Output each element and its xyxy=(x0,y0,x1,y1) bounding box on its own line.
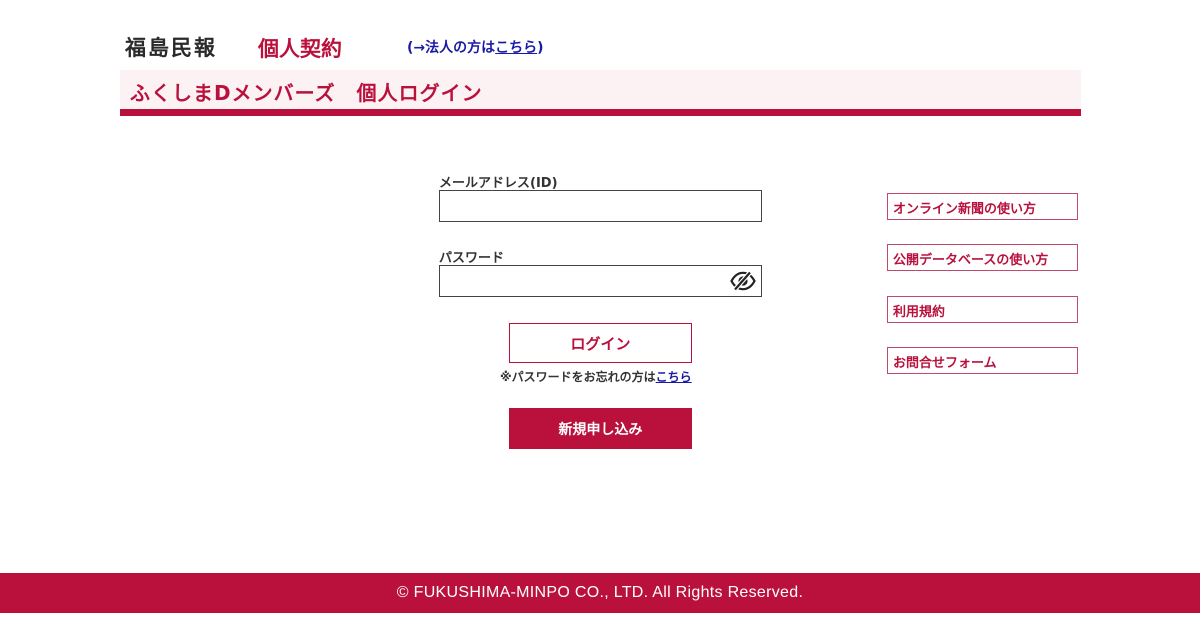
contract-type-heading: 個人契約 xyxy=(258,37,342,61)
corporate-link-suffix: ) xyxy=(537,40,544,56)
email-input[interactable] xyxy=(439,190,762,222)
side-link-terms-of-use[interactable]: 利用規約 xyxy=(887,296,1078,323)
signup-button[interactable]: 新規申し込み xyxy=(509,408,692,449)
side-link-database-guide[interactable]: 公開データベースの使い方 xyxy=(887,244,1078,271)
corporate-link[interactable]: こちら xyxy=(495,40,537,56)
eye-slash-icon[interactable] xyxy=(729,270,757,292)
forgot-password-prefix: ※パスワードをお忘れの方は xyxy=(500,370,656,384)
login-button[interactable]: ログイン xyxy=(509,323,692,363)
corporate-link-prefix: (→法人の方は xyxy=(407,40,496,56)
page-title: ふくしまDメンバーズ 個人ログイン xyxy=(130,81,483,105)
side-link-online-newspaper-guide[interactable]: オンライン新聞の使い方 xyxy=(887,193,1078,220)
login-page: 福島民報 個人契約 (→法人の方はこちら) ふくしまDメンバーズ 個人ログイン … xyxy=(0,0,1200,630)
forgot-password-notice: ※パスワードをお忘れの方はこちら xyxy=(500,368,692,385)
corporate-link-notice: (→法人の方はこちら) xyxy=(407,37,544,57)
side-link-contact-form[interactable]: お問合せフォーム xyxy=(887,347,1078,374)
password-input[interactable] xyxy=(439,265,762,297)
copyright-text: © FUKUSHIMA-MINPO CO., LTD. All Rights R… xyxy=(396,584,804,601)
email-label: メールアドレス(ID) xyxy=(439,176,558,191)
password-label: パスワード xyxy=(439,251,505,266)
forgot-password-link[interactable]: こちら xyxy=(656,370,692,384)
footer: © FUKUSHIMA-MINPO CO., LTD. All Rights R… xyxy=(0,573,1200,613)
site-logo: 福島民報 xyxy=(125,35,217,60)
title-band: ふくしまDメンバーズ 個人ログイン xyxy=(120,70,1081,116)
